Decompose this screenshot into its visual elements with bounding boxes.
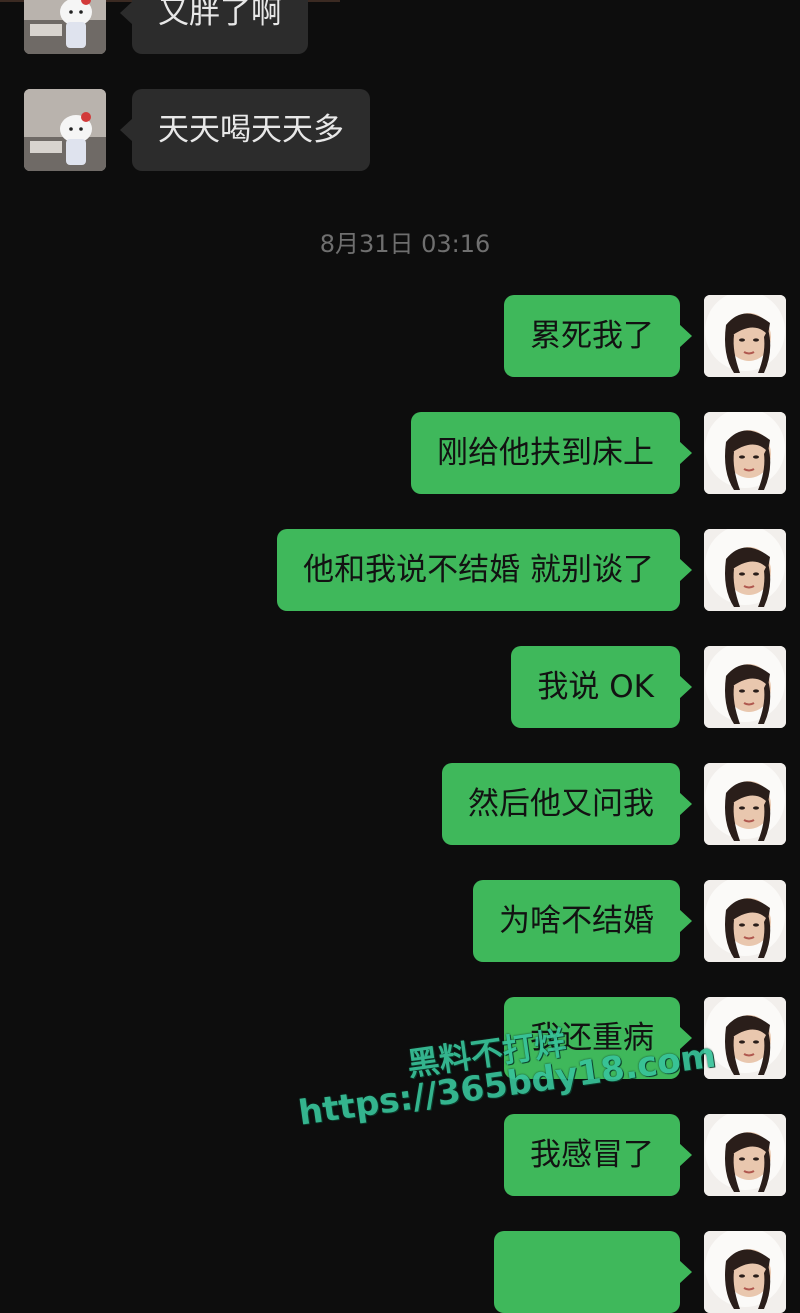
avatar-image: [704, 295, 786, 377]
avatar-image: [704, 412, 786, 494]
message-bubble-incoming[interactable]: 天天喝天天多: [120, 89, 370, 171]
contact-avatar[interactable]: [24, 0, 106, 54]
self-avatar[interactable]: [704, 646, 786, 728]
avatar-image: [24, 89, 106, 171]
avatar-image: [704, 1231, 786, 1313]
self-avatar[interactable]: [704, 529, 786, 611]
chat-window: 又胖了啊 天天喝天天多 8月31日 03:16 累死我了 刚给他扶到床上 他和我…: [0, 0, 800, 1313]
self-avatar[interactable]: [704, 763, 786, 845]
self-avatar[interactable]: [704, 880, 786, 962]
self-avatar[interactable]: [704, 1231, 786, 1313]
message-timestamp: 8月31日 03:16: [319, 230, 491, 258]
self-avatar[interactable]: [704, 295, 786, 377]
message-bubble-outgoing[interactable]: 我说 OK: [511, 646, 692, 728]
message-bubble-outgoing[interactable]: 然后他又问我: [442, 763, 692, 845]
contact-avatar[interactable]: [24, 89, 106, 171]
message-bubble-outgoing[interactable]: 他和我说不结婚 就别谈了: [277, 529, 692, 611]
message-bubble-outgoing[interactable]: [494, 1231, 692, 1313]
message-bubble-outgoing[interactable]: 我感冒了: [504, 1114, 692, 1196]
self-avatar[interactable]: [704, 1114, 786, 1196]
avatar-image: [704, 646, 786, 728]
avatar-image: [704, 880, 786, 962]
avatar-image: [704, 529, 786, 611]
self-avatar[interactable]: [704, 412, 786, 494]
message-bubble-outgoing[interactable]: 为啥不结婚: [473, 880, 692, 962]
message-bubble-outgoing[interactable]: 累死我了: [504, 295, 692, 377]
avatar-image: [704, 763, 786, 845]
message-bubble-incoming[interactable]: 又胖了啊: [120, 0, 308, 54]
message-bubble-outgoing[interactable]: 刚给他扶到床上: [411, 412, 692, 494]
avatar-image: [24, 0, 106, 54]
avatar-image: [704, 1114, 786, 1196]
